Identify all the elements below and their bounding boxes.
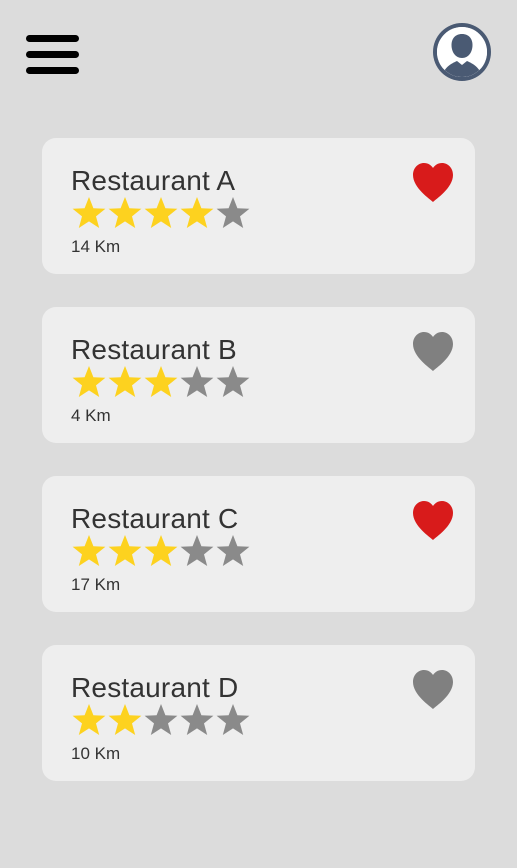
star-filled-icon xyxy=(143,195,179,231)
restaurant-name: Restaurant A xyxy=(71,165,236,196)
app-screen: Restaurant A 14 Km Restaurant B 4 Km Res… xyxy=(0,0,517,868)
star-empty-icon xyxy=(179,364,215,400)
user-avatar-icon[interactable] xyxy=(433,23,491,81)
star-filled-icon xyxy=(71,364,107,400)
star-filled-icon xyxy=(107,533,143,569)
heart-filled-icon[interactable] xyxy=(410,160,456,204)
heart-filled-icon[interactable] xyxy=(410,498,456,542)
star-empty-icon xyxy=(179,702,215,738)
star-filled-icon xyxy=(107,195,143,231)
restaurant-card[interactable]: Restaurant A 14 Km xyxy=(42,138,475,274)
hamburger-menu-icon[interactable] xyxy=(26,35,79,74)
restaurant-distance: 4 Km xyxy=(71,406,111,425)
star-filled-icon xyxy=(71,195,107,231)
menu-bar xyxy=(26,35,79,42)
restaurant-list: Restaurant A 14 Km Restaurant B 4 Km Res… xyxy=(42,138,475,814)
restaurant-distance: 17 Km xyxy=(71,575,121,594)
restaurant-card[interactable]: Restaurant B 4 Km xyxy=(42,307,475,443)
restaurant-distance: 14 Km xyxy=(71,237,121,256)
star-empty-icon xyxy=(143,702,179,738)
menu-bar xyxy=(26,67,79,74)
restaurant-card[interactable]: Restaurant C 17 Km xyxy=(42,476,475,612)
star-filled-icon xyxy=(107,702,143,738)
rating-stars xyxy=(71,533,251,569)
star-empty-icon xyxy=(215,364,251,400)
star-empty-icon xyxy=(215,533,251,569)
restaurant-name: Restaurant D xyxy=(71,672,239,703)
app-header xyxy=(0,0,517,110)
restaurant-name: Restaurant C xyxy=(71,503,239,534)
menu-bar xyxy=(26,51,79,58)
restaurant-distance: 10 Km xyxy=(71,744,121,763)
rating-stars xyxy=(71,195,251,231)
star-filled-icon xyxy=(107,364,143,400)
heart-outline-icon[interactable] xyxy=(410,667,456,711)
heart-outline-icon[interactable] xyxy=(410,329,456,373)
rating-stars xyxy=(71,702,251,738)
restaurant-card[interactable]: Restaurant D 10 Km xyxy=(42,645,475,781)
star-empty-icon xyxy=(215,702,251,738)
star-empty-icon xyxy=(179,533,215,569)
star-empty-icon xyxy=(215,195,251,231)
rating-stars xyxy=(71,364,251,400)
star-filled-icon xyxy=(143,533,179,569)
star-filled-icon xyxy=(143,364,179,400)
star-filled-icon xyxy=(179,195,215,231)
star-filled-icon xyxy=(71,702,107,738)
star-filled-icon xyxy=(71,533,107,569)
restaurant-name: Restaurant B xyxy=(71,334,237,365)
